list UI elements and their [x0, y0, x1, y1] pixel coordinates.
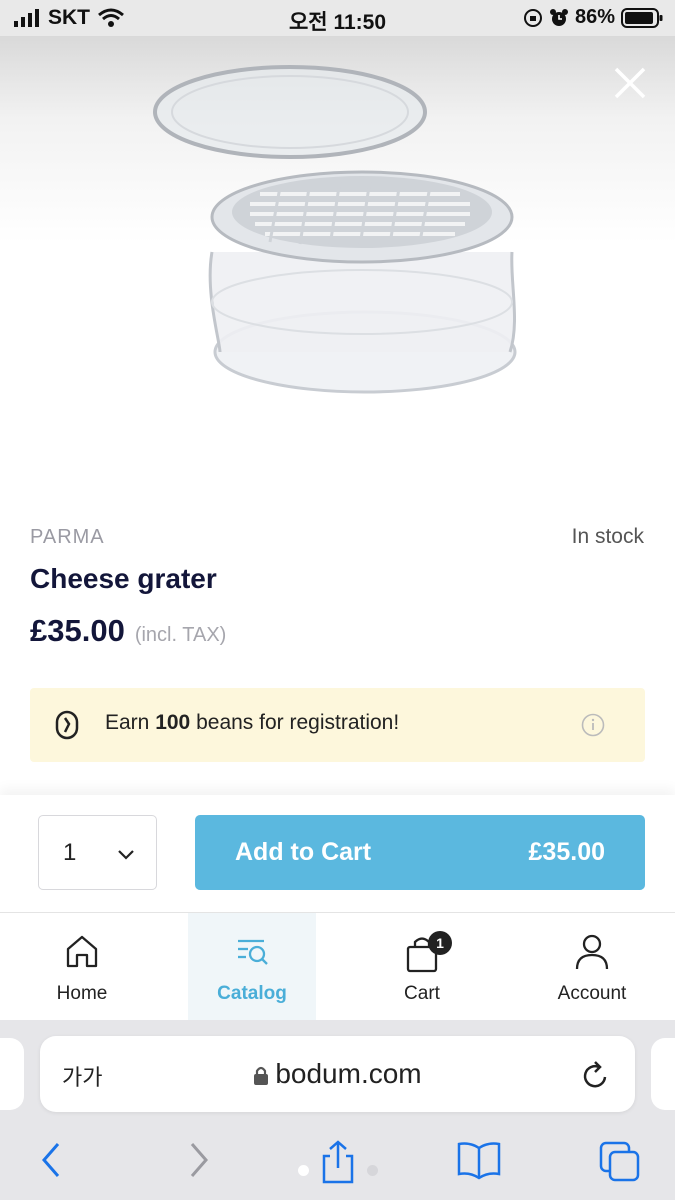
product-image-area [0, 36, 675, 496]
battery-percent: 86% [574, 6, 615, 28]
url-text: bodum.com [275, 1058, 422, 1089]
add-to-cart-label: Add to Cart [235, 838, 372, 866]
add-to-cart-price: £35.00 [528, 838, 605, 866]
product-brand: PARMA [30, 526, 105, 548]
orientation-lock-icon [523, 8, 542, 27]
reload-icon[interactable] [581, 1058, 611, 1090]
back-icon[interactable] [38, 1140, 66, 1180]
nav-account[interactable]: Account [512, 913, 672, 1021]
bean-icon [55, 710, 79, 740]
beans-amount: 100 [155, 711, 191, 734]
status-bar: SKT 오전 11:50 86% [0, 0, 675, 36]
price-row: £35.00 (incl. TAX) [30, 613, 226, 649]
nav-cart[interactable]: 1 Cart [342, 913, 502, 1021]
page-dot [298, 1165, 309, 1176]
nav-catalog-label: Catalog [217, 983, 287, 1004]
address-bar[interactable]: 가가 bodum.com [40, 1036, 635, 1112]
home-icon [66, 935, 98, 968]
bottom-nav: Home Catalog 1 Cart Account [0, 912, 675, 1021]
previous-tab-peek[interactable] [0, 1038, 24, 1110]
tax-note: (incl. TAX) [134, 624, 227, 646]
product-price: £35.00 [30, 613, 125, 648]
account-icon [575, 934, 609, 970]
beans-suffix: beans for registration! [190, 711, 400, 734]
cart-row: 1 Add to Cart £35.00 [0, 795, 675, 913]
forward-icon[interactable] [184, 1140, 212, 1180]
stock-status: In stock [571, 525, 644, 548]
url-display: bodum.com [40, 1058, 635, 1090]
cart-badge: 1 [428, 931, 452, 955]
page-dot [367, 1165, 378, 1176]
next-tab-peek[interactable] [651, 1038, 675, 1110]
battery-icon [621, 7, 663, 28]
nav-cart-label: Cart [404, 983, 440, 1004]
add-to-cart-button[interactable]: Add to Cart £35.00 [195, 815, 645, 890]
nav-home-label: Home [56, 983, 108, 1004]
share-icon[interactable] [320, 1140, 356, 1184]
browser-chrome: 가가 bodum.com [0, 1020, 675, 1200]
product-image [153, 65, 517, 394]
beans-prefix: Earn [105, 711, 156, 734]
tabs-icon[interactable] [598, 1140, 642, 1184]
bookmarks-icon[interactable] [456, 1140, 502, 1180]
lock-icon [254, 1066, 269, 1085]
chevron-down-icon [118, 850, 134, 860]
product-title: Cheese grater [30, 563, 217, 594]
quantity-value: 1 [63, 839, 77, 866]
quantity-select[interactable]: 1 [38, 815, 157, 890]
beans-text: Earn 100 beans for registration! [105, 711, 399, 735]
close-icon[interactable] [613, 66, 647, 100]
alarm-icon [549, 8, 568, 26]
status-right: 86% [523, 6, 663, 29]
browser-toolbar [0, 1130, 675, 1200]
catalog-icon [238, 939, 268, 965]
nav-home[interactable]: Home [2, 913, 162, 1021]
beans-promo: Earn 100 beans for registration! [30, 688, 645, 762]
nav-account-label: Account [557, 983, 627, 1004]
info-icon[interactable] [581, 713, 605, 737]
nav-catalog[interactable]: Catalog [188, 913, 316, 1021]
